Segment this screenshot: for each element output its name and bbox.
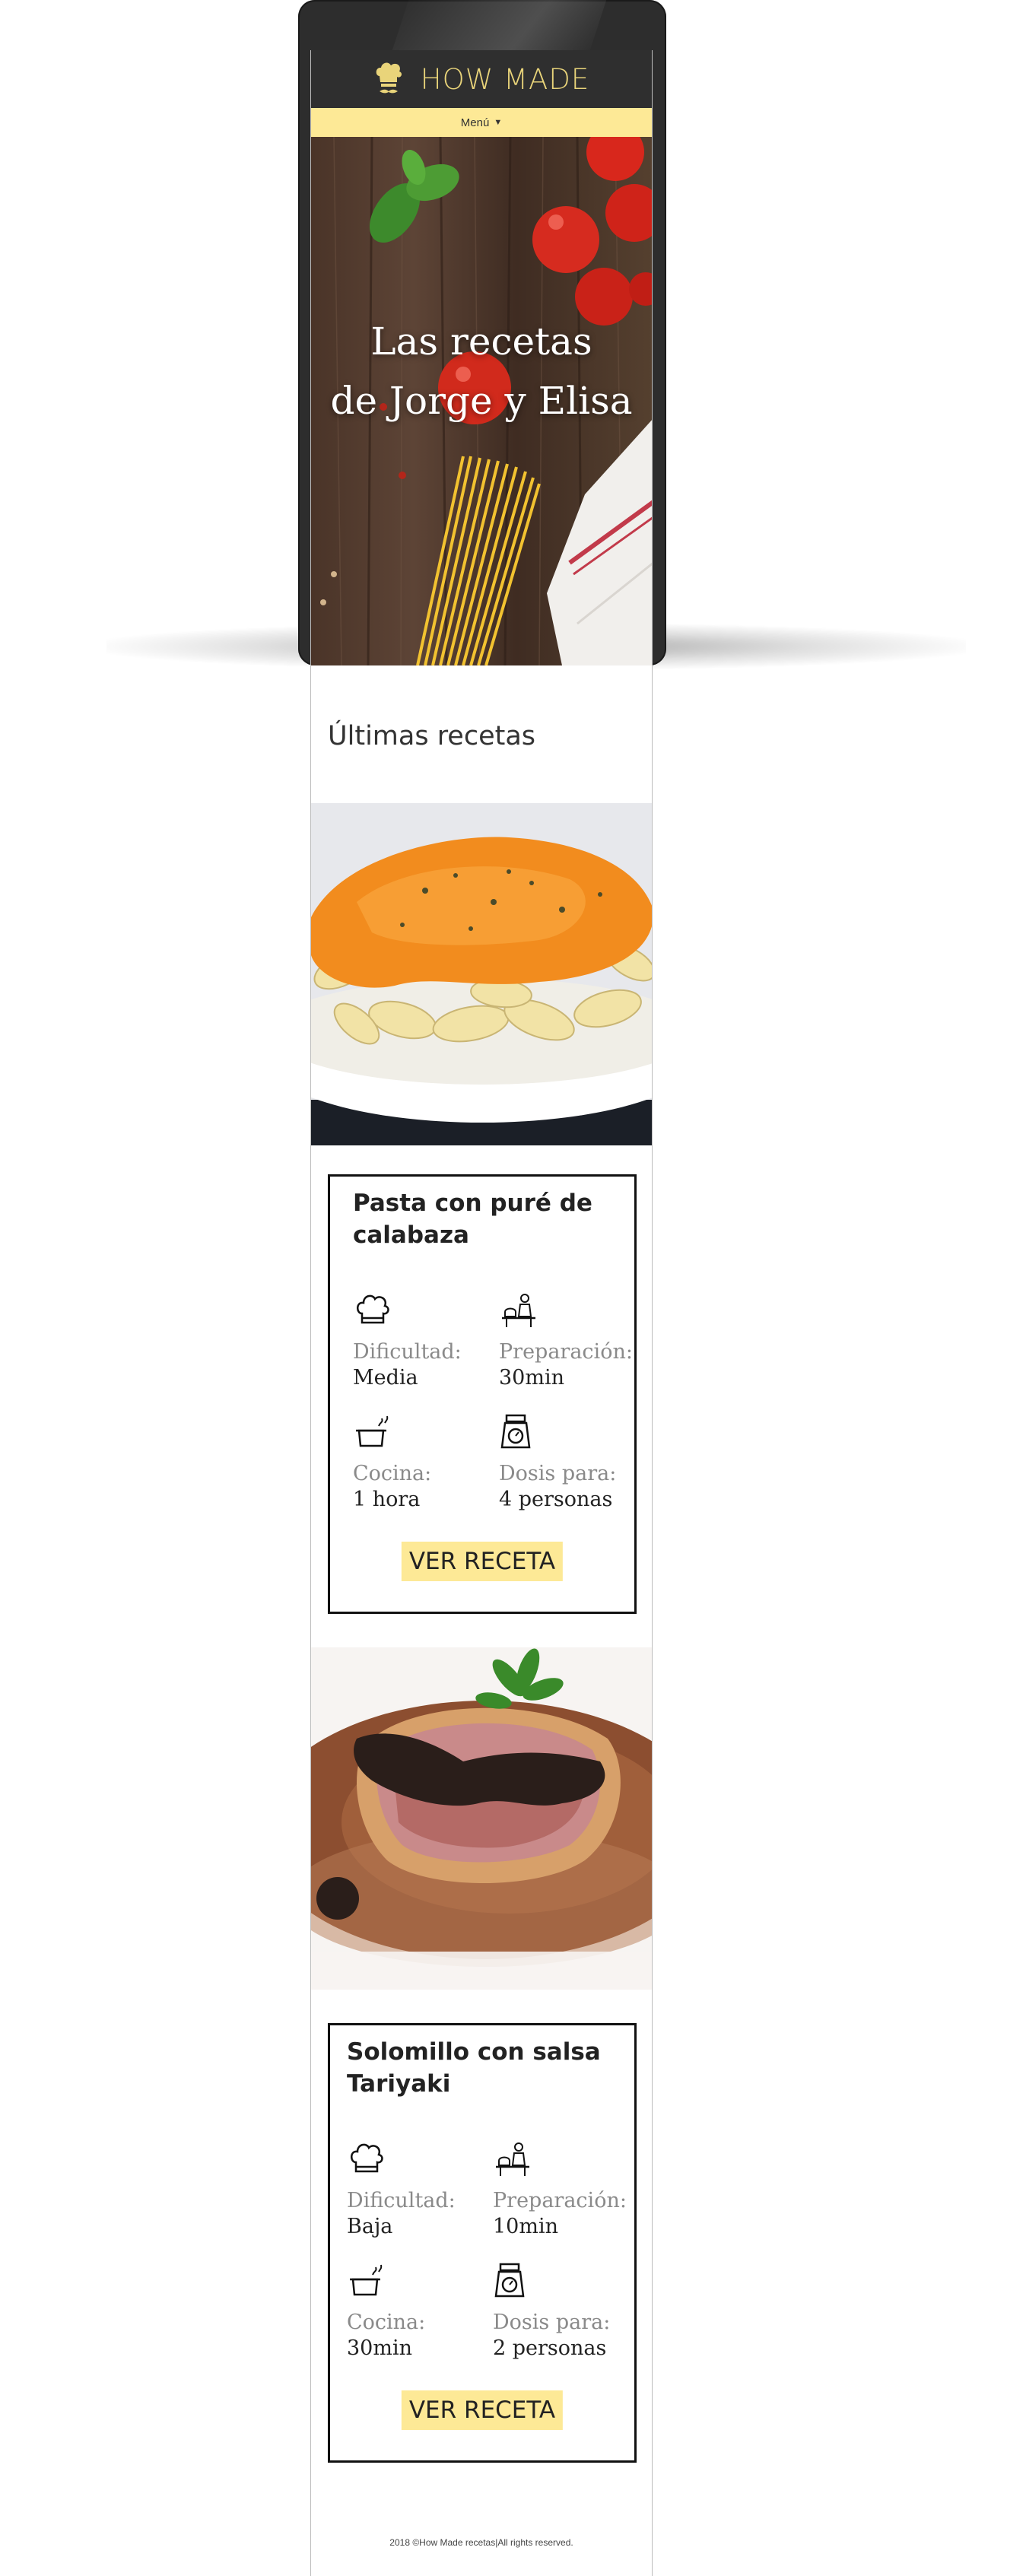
hero-title: Las recetas de Jorge y Elisa [311,312,652,430]
recipe-card-solomillo: Solomillo con salsa Tariyaki Dificultad:… [328,2023,637,2463]
solomillo-photo [311,1647,652,1990]
cook-value: 1 hora [353,1488,421,1511]
chef-hat-icon [376,62,402,94]
cook-label: Cocina: [353,1462,432,1485]
servings-value: 4 personas [499,1488,613,1511]
preparation-value: 10min [493,2215,558,2238]
pot-icon [350,2264,383,2296]
brand-name: HOW MADE [420,62,590,96]
hero-title-line2: de Jorge y Elisa [330,379,633,423]
difficulty-value: Baja [347,2215,393,2238]
footer-copyright: 2018 ©How Made recetas|All rights reserv… [389,2537,573,2548]
menu-button[interactable]: Menú ▼ [311,108,652,137]
view-recipe-button[interactable]: VER RECETA [401,2390,564,2430]
difficulty-label: Dificultad: [347,2189,456,2212]
difficulty-label: Dificultad: [353,1340,462,1364]
recipe-image-pasta[interactable] [311,803,652,1145]
meta-preparation: Preparación: 10min [493,2139,627,2240]
meta-difficulty: Dificultad: Media [353,1291,482,1391]
preparation-value: 30min [499,1366,564,1390]
site-header: HOW MADE [311,50,652,108]
servings-label: Dosis para: [493,2311,611,2334]
view-recipe-button[interactable]: VER RECETA [401,1542,564,1581]
caret-down-icon: ▼ [494,118,503,127]
hero-banner: Las recetas de Jorge y Elisa [311,137,652,665]
preparation-label: Preparación: [493,2189,627,2212]
pot-icon [356,1415,389,1447]
meta-difficulty: Dificultad: Baja [347,2139,476,2240]
recipe-title[interactable]: Pasta con puré de calabaza [353,1187,611,1251]
recipe-card-pasta: Pasta con puré de calabaza Dificultad: M… [328,1174,637,1614]
meta-servings: Dosis para: 4 personas [499,1412,628,1513]
preparation-label: Preparación: [499,1340,633,1364]
servings-label: Dosis para: [499,1462,617,1485]
section-title: Últimas recetas [328,721,536,751]
kitchen-scale-icon [500,1414,531,1449]
recipe-image-solomillo[interactable] [311,1647,652,1990]
chef-hat-icon [357,1294,389,1324]
recipe-title[interactable]: Solomillo con salsa Tariyaki [347,2036,605,2100]
meta-preparation: Preparación: 30min [499,1291,633,1391]
kitchen-scale-icon [494,2263,525,2298]
difficulty-value: Media [353,1366,418,1390]
meta-cook: Cocina: 30min [347,2261,476,2362]
servings-value: 2 personas [493,2336,607,2360]
logo[interactable]: HOW MADE [373,61,589,97]
chef-hat-icon [351,2143,383,2173]
cook-value: 30min [347,2336,412,2360]
pasta-photo [311,803,652,1145]
web-page: HOW MADE Menú ▼ Las recetas de Jorge y E… [310,50,653,2576]
hero-title-line1: Las recetas [370,319,592,364]
cook-label: Cocina: [347,2311,426,2334]
menu-label: Menú [460,116,490,129]
meta-cook: Cocina: 1 hora [353,1412,482,1513]
meta-servings: Dosis para: 2 personas [493,2261,622,2362]
cook-at-table-icon [496,2142,529,2176]
cook-at-table-icon [502,1294,535,1327]
